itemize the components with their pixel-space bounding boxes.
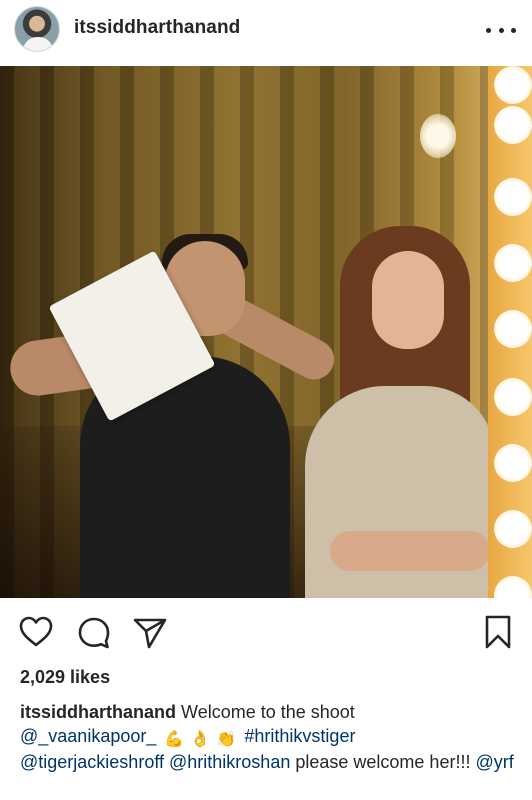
- hashtag-hrithikvstiger[interactable]: #hrithikvstiger: [244, 726, 355, 746]
- mention-vaanikapoor[interactable]: @_vaanikapoor_: [20, 726, 156, 746]
- clapping-hands-emoji: 👏: [216, 731, 237, 748]
- avatar[interactable]: [14, 6, 60, 52]
- bookmark-icon[interactable]: [480, 614, 516, 650]
- heart-icon[interactable]: [18, 614, 54, 650]
- action-bar: [0, 610, 532, 654]
- caption-middle-text: please welcome her!!!: [295, 752, 471, 772]
- caption-text: Welcome to the shoot: [181, 702, 355, 722]
- paper-plane-icon[interactable]: [132, 614, 168, 650]
- post-header: itssiddharthanand: [0, 0, 532, 60]
- likes-count[interactable]: 2,029 likes: [20, 667, 110, 688]
- caption-username[interactable]: itssiddharthanand: [20, 702, 176, 722]
- post-photo[interactable]: [0, 66, 532, 598]
- comment-icon[interactable]: [76, 614, 112, 650]
- more-options-icon[interactable]: [486, 25, 516, 35]
- mention-tigerjackieshroff[interactable]: @tigerjackieshroff: [20, 752, 164, 772]
- ok-hand-emoji: 👌: [190, 731, 211, 748]
- mention-yrf[interactable]: @yrf: [475, 752, 513, 772]
- mention-hrithikroshan[interactable]: @hrithikroshan: [169, 752, 290, 772]
- flexed-biceps-emoji: 💪: [164, 731, 185, 748]
- post-username[interactable]: itssiddharthanand: [74, 17, 240, 39]
- post-caption: itssiddharthanand Welcome to the shoot @…: [20, 700, 520, 774]
